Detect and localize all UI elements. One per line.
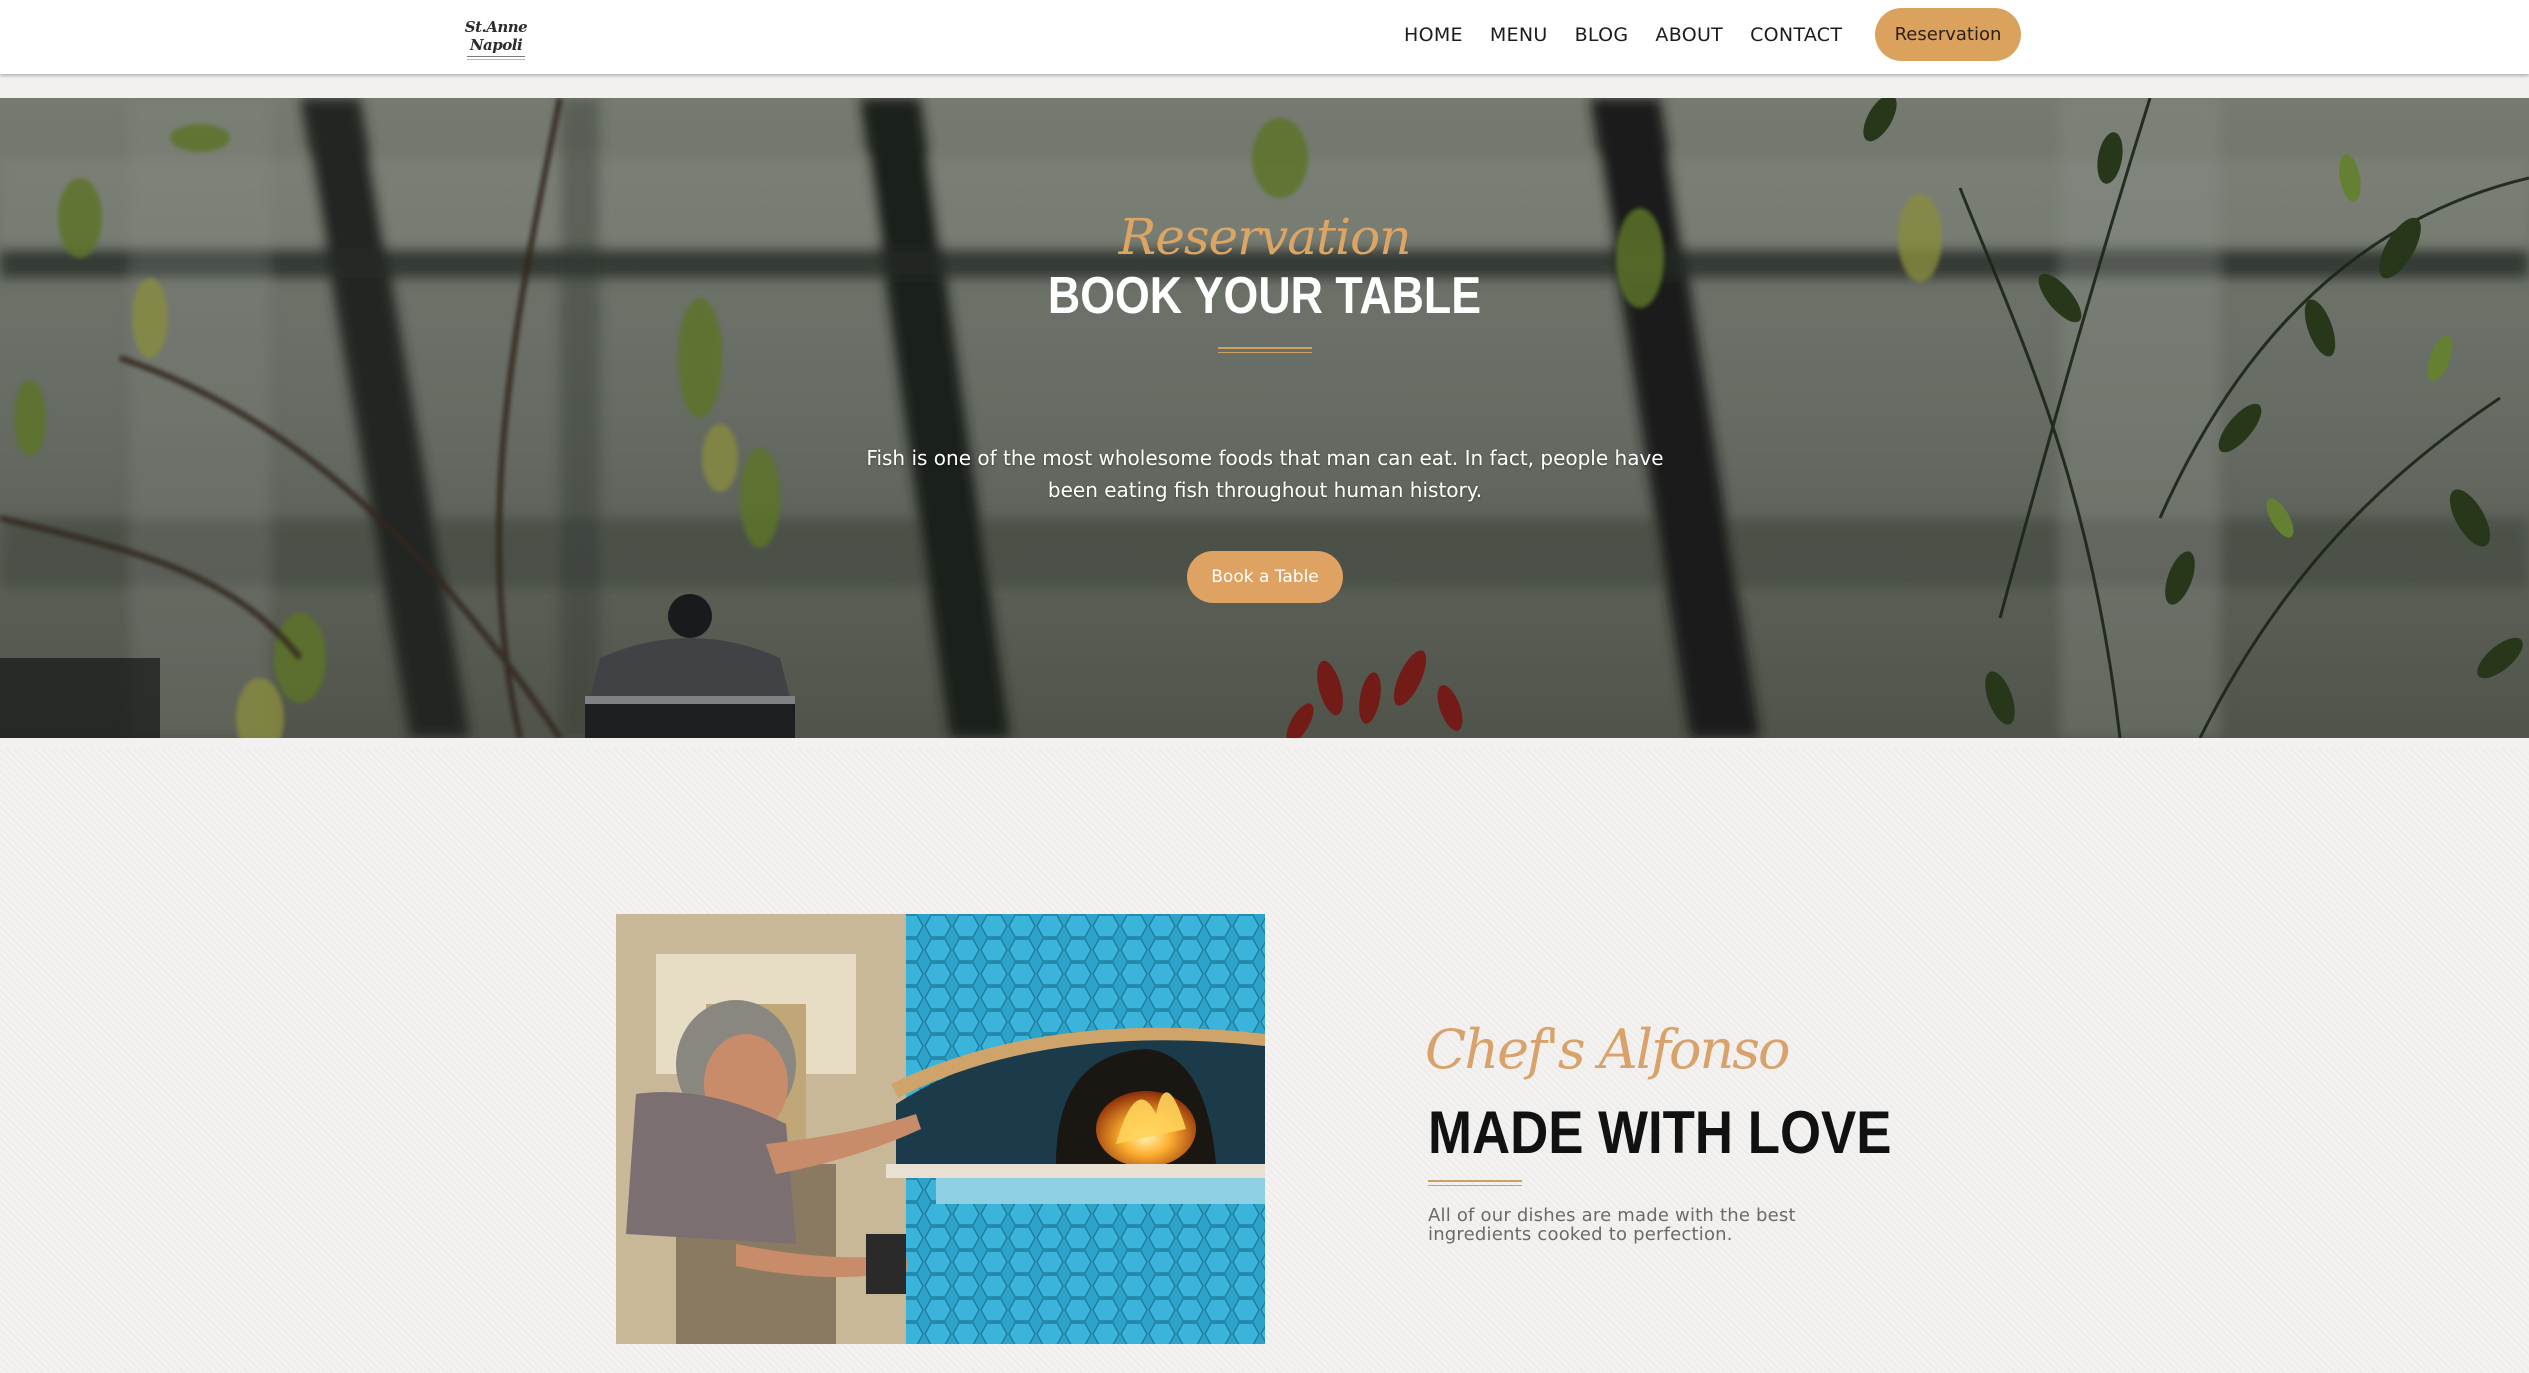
- hero-title: BOOK YOUR TABLE: [1047, 267, 1482, 325]
- logo-text: St.Anne Napoli: [464, 18, 528, 54]
- reservation-button[interactable]: Reservation: [1875, 8, 2021, 61]
- restaurant-logo[interactable]: St.Anne Napoli: [455, 18, 537, 60]
- nav-blog-link[interactable]: BLOG: [1575, 24, 1629, 46]
- chef-description: All of our dishes are made with the best…: [1428, 1205, 1796, 1245]
- site-header: St.Anne Napoli HOME MENU BLOG ABOUT CONT…: [0, 0, 2529, 74]
- chef-section-title: MADE WITH LOVE: [1428, 1099, 1892, 1166]
- book-table-button[interactable]: Book a Table: [1187, 551, 1343, 603]
- hero-section: Reservation BOOK YOUR TABLE Fish is one …: [0, 98, 2529, 738]
- nav-about-link[interactable]: ABOUT: [1655, 24, 1723, 46]
- nav-contact-link[interactable]: CONTACT: [1750, 24, 1842, 46]
- hero-script-title: Reservation: [1118, 208, 1412, 266]
- nav-menu-link[interactable]: MENU: [1490, 24, 1548, 46]
- chef-script-title: Chef's Alfonso: [1425, 1018, 1791, 1081]
- main-nav: HOME MENU BLOG ABOUT CONTACT: [1404, 0, 1842, 70]
- hero-divider: [1218, 347, 1312, 353]
- nav-home-link[interactable]: HOME: [1404, 24, 1463, 46]
- logo-ornament: [467, 56, 525, 60]
- chef-oven-photo: [616, 914, 1265, 1344]
- hero-overlay: [0, 98, 2529, 738]
- chef-divider: [1428, 1180, 1522, 1186]
- hero-description: Fish is one of the most wholesome foods …: [866, 446, 1664, 502]
